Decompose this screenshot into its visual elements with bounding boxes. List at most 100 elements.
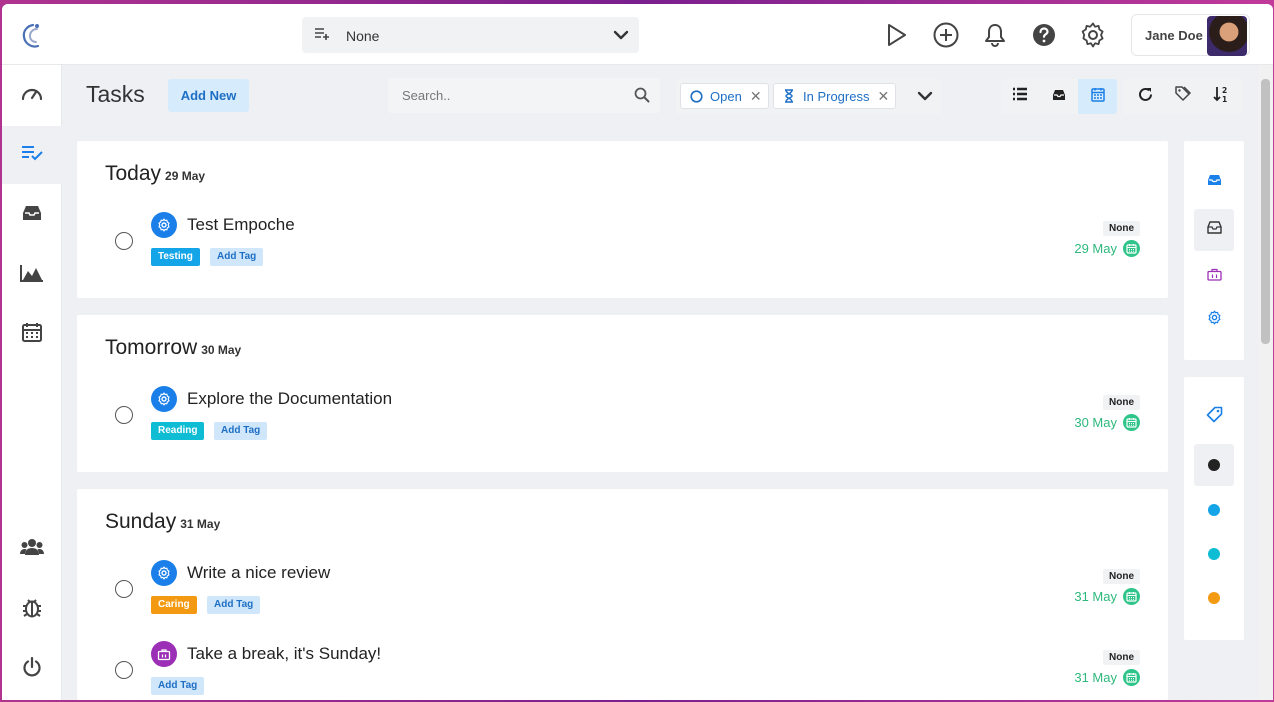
tag-filter-cyan[interactable] — [1194, 533, 1234, 575]
complete-checkbox[interactable] — [115, 661, 133, 679]
bug-icon — [22, 596, 42, 623]
help-icon[interactable] — [1029, 20, 1059, 50]
team-icon — [20, 538, 44, 561]
plus-circle-icon[interactable] — [931, 20, 961, 50]
bell-icon[interactable] — [980, 20, 1010, 50]
group-label: Sunday — [105, 510, 177, 533]
tag-filter-blue[interactable] — [1194, 489, 1234, 531]
search-input[interactable] — [388, 78, 628, 113]
project-inbox[interactable] — [1194, 209, 1234, 251]
gear-icon[interactable] — [1078, 20, 1108, 50]
tag-panel — [1184, 377, 1244, 640]
task-row[interactable]: Take a break, it's Sunday! Add Tag None … — [77, 641, 1168, 700]
complete-checkbox[interactable] — [115, 406, 133, 424]
view-calendar-button[interactable] — [1078, 79, 1117, 114]
context-value: None — [346, 28, 380, 44]
sort-button[interactable]: 21 — [1203, 79, 1241, 114]
task-title[interactable]: Explore the Documentation — [187, 389, 392, 409]
page-title: Tasks — [86, 81, 145, 107]
search-box — [388, 78, 660, 113]
group-heading: Today 29 May — [105, 162, 205, 186]
status-filters: Open ✕ In Progress ✕ — [676, 79, 941, 114]
user-name: Jane Doe — [1145, 28, 1203, 43]
due-date[interactable]: 30 May — [1074, 414, 1140, 431]
group-heading: Sunday 31 May — [105, 510, 220, 534]
filter-chip-in-progress[interactable]: In Progress ✕ — [773, 83, 897, 109]
priority-badge[interactable]: None — [1103, 395, 1140, 410]
briefcase-icon — [1206, 268, 1222, 286]
due-date[interactable]: 29 May — [1074, 240, 1140, 257]
refresh-button[interactable] — [1126, 79, 1164, 114]
project-panel — [1184, 141, 1244, 360]
task-title[interactable]: Write a nice review — [187, 563, 330, 583]
scrollbar-thumb[interactable] — [1261, 79, 1270, 344]
tasks-icon — [21, 145, 43, 166]
calendar-icon — [22, 322, 42, 347]
add-tag-button[interactable]: Add Tag — [207, 596, 261, 614]
gear-icon — [151, 560, 177, 586]
nav-calendar[interactable] — [2, 305, 62, 363]
group-label: Tomorrow — [105, 336, 198, 359]
remove-filter-icon[interactable]: ✕ — [877, 88, 889, 105]
tags-filter-button[interactable] — [1194, 396, 1234, 438]
user-menu[interactable]: Jane Doe — [1131, 14, 1250, 56]
remove-filter-icon[interactable]: ✕ — [750, 88, 762, 105]
tag-badge[interactable]: Testing — [151, 248, 200, 266]
nav-reports[interactable] — [2, 246, 62, 304]
priority-badge[interactable]: None — [1103, 569, 1140, 584]
task-title[interactable]: Test Empoche — [187, 215, 295, 235]
gear-icon — [151, 386, 177, 412]
app-window: None Jane Doe Tasks Add New Search.. Ope… — [2, 4, 1273, 700]
tag-badge[interactable]: Caring — [151, 596, 197, 614]
nav-bugs[interactable] — [2, 580, 62, 638]
tag-badge[interactable]: Reading — [151, 422, 205, 440]
nav-tasks[interactable] — [2, 126, 62, 184]
group-heading: Tomorrow 30 May — [105, 336, 241, 360]
tags-button[interactable] — [1164, 79, 1202, 114]
sort-icon: 21 — [1213, 85, 1231, 108]
view-inbox-button[interactable] — [1040, 79, 1078, 114]
play-icon[interactable] — [881, 20, 911, 50]
task-title[interactable]: Take a break, it's Sunday! — [187, 644, 381, 664]
due-date[interactable]: 31 May — [1074, 669, 1140, 686]
avatar — [1207, 16, 1247, 56]
project-inbox-filled[interactable] — [1194, 161, 1234, 203]
context-select[interactable]: None — [302, 17, 639, 53]
group-date: 29 May — [165, 169, 206, 183]
project-work[interactable] — [1194, 256, 1234, 298]
task-row[interactable]: Write a nice review Caring Add Tag None … — [77, 560, 1168, 626]
add-new-button[interactable]: Add New — [168, 79, 249, 112]
scrollbar[interactable] — [1258, 65, 1273, 700]
due-date[interactable]: 31 May — [1074, 588, 1140, 605]
filter-chip-open[interactable]: Open ✕ — [680, 83, 769, 109]
add-tag-button[interactable]: Add Tag — [210, 248, 264, 266]
nav-team[interactable] — [2, 520, 62, 578]
complete-checkbox[interactable] — [115, 232, 133, 250]
chevron-down-icon[interactable] — [917, 88, 933, 109]
add-tag-button[interactable]: Add Tag — [151, 677, 205, 695]
project-settings[interactable] — [1194, 299, 1234, 341]
priority-badge[interactable]: None — [1103, 650, 1140, 665]
group-label: Today — [105, 162, 162, 185]
search-icon[interactable] — [634, 87, 650, 108]
task-row[interactable]: Test Empoche Testing Add Tag None 29 May — [77, 212, 1168, 278]
priority-badge[interactable]: None — [1103, 221, 1140, 236]
nav-logout[interactable] — [2, 640, 62, 698]
task-row[interactable]: Explore the Documentation Reading Add Ta… — [77, 386, 1168, 452]
logo-icon[interactable] — [20, 22, 46, 50]
complete-checkbox[interactable] — [115, 580, 133, 598]
filter-label: In Progress — [803, 88, 870, 104]
dashboard-icon — [21, 83, 43, 106]
nav-dashboard[interactable] — [2, 65, 62, 123]
power-icon — [22, 656, 42, 682]
inbox-icon — [1052, 88, 1066, 106]
add-tag-button[interactable]: Add Tag — [214, 422, 268, 440]
tag-filter-orange[interactable] — [1194, 577, 1234, 619]
view-mode-group — [1001, 79, 1117, 114]
inbox-icon — [22, 205, 42, 226]
tag-filter-black[interactable] — [1194, 444, 1234, 486]
nav-inbox[interactable] — [2, 186, 62, 244]
group-date: 31 May — [180, 517, 221, 531]
view-list-button[interactable] — [1001, 79, 1039, 114]
filter-label: Open — [710, 88, 742, 104]
